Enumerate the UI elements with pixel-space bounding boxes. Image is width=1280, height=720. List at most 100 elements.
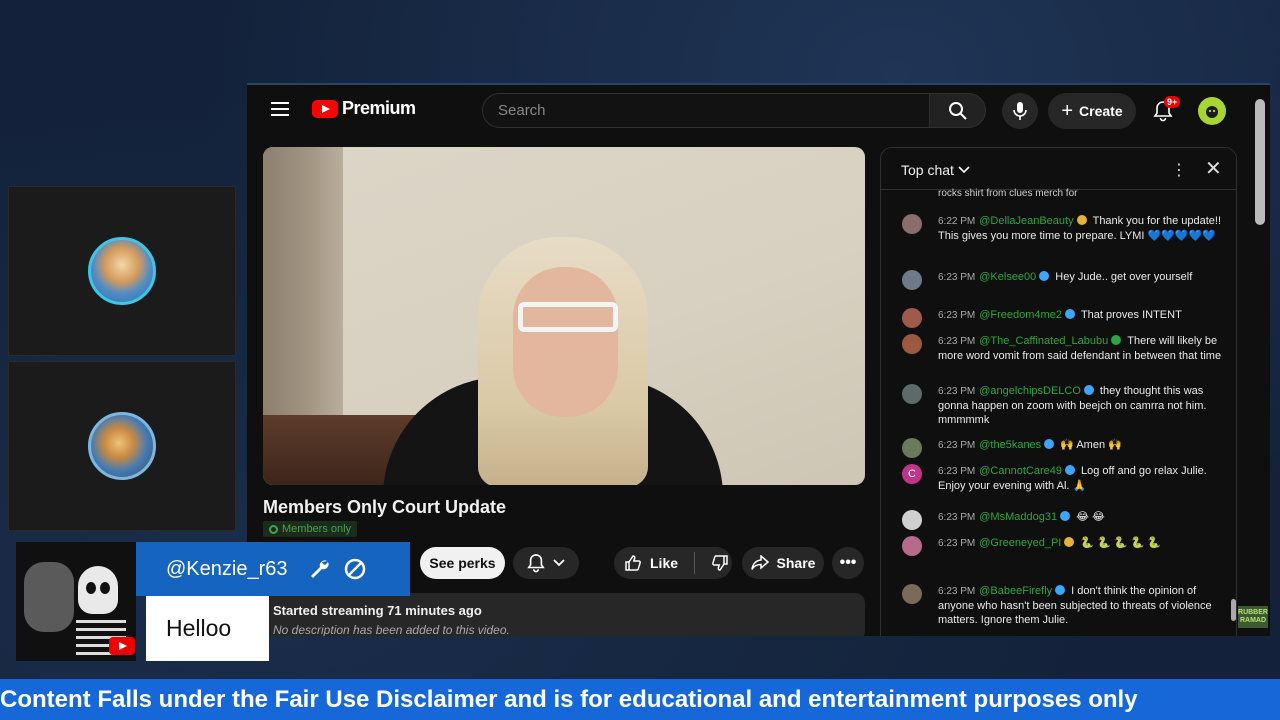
page-scrollbar[interactable] <box>1255 99 1265 225</box>
notifications-button[interactable]: 9+ <box>1150 96 1181 124</box>
chat-message[interactable]: 6:23 PM @the5kanes 🙌 Amen 🙌 <box>902 438 1222 458</box>
guest-avatar-2 <box>88 412 156 480</box>
chat-message[interactable]: 6:23 PM @angelchipsDELCO they thought this… <box>902 384 1222 427</box>
chat-author-name[interactable]: @Freedom4me2 <box>979 309 1062 321</box>
chat-scrollbar[interactable] <box>1231 194 1236 634</box>
chat-message-text: Hey Jude.. get over yourself <box>1055 271 1193 283</box>
search-input[interactable]: Search <box>482 93 930 128</box>
chat-author-name[interactable]: @Greeneyed_PI <box>979 537 1061 549</box>
video-person-glasses <box>518 302 618 332</box>
notification-count-badge: 9+ <box>1164 96 1181 108</box>
share-button[interactable]: Share <box>742 547 824 579</box>
member-badge-icon <box>1039 271 1050 281</box>
chat-author-avatar[interactable] <box>902 308 922 328</box>
more-actions-button[interactable]: ••• <box>832 547 864 579</box>
share-label: Share <box>776 555 816 571</box>
chat-message-body: 6:23 PM @The_Caffinated_Labubu There will … <box>938 334 1222 363</box>
chat-message[interactable]: 6:23 PM @BabeeFirefly I don't think the op… <box>902 584 1222 627</box>
chat-message[interactable]: 6:23 PM @Kelsee00 Hey Jude.. get over your… <box>902 270 1222 290</box>
ticker-text: Content Falls under the Fair Use Disclai… <box>0 685 1138 713</box>
search-button[interactable] <box>930 93 986 128</box>
chat-author-avatar[interactable] <box>902 536 922 556</box>
chat-message[interactable]: 6:23 PM @Freedom4me2 That proves INTENT <box>902 308 1222 328</box>
chat-author-avatar[interactable]: C <box>902 464 922 484</box>
video-player[interactable] <box>263 147 865 485</box>
avatar-face-icon <box>1206 106 1218 118</box>
chat-message[interactable]: 6:23 PM @Greeneyed_PI 🐍 🐍 🐍 🐍 🐍 <box>902 536 1222 556</box>
chat-author-name[interactable]: @The_Caffinated_Labubu <box>979 335 1108 347</box>
chat-mode-selector[interactable]: Top chat <box>901 162 970 178</box>
members-only-badge: Members only <box>263 521 358 537</box>
member-badge-icon <box>1055 585 1066 595</box>
user-avatar[interactable] <box>1198 97 1226 125</box>
chat-highlight-message: Helloo <box>146 596 269 661</box>
chat-timestamp: 6:23 PM <box>938 466 976 477</box>
member-badge-icon <box>1111 335 1122 345</box>
member-badge-icon <box>1044 439 1055 449</box>
block-icon <box>345 558 366 580</box>
members-icon <box>269 524 278 534</box>
chat-author-avatar[interactable] <box>902 584 922 604</box>
chat-message[interactable]: 6:22 PM @DellaJeanBeauty Thank you for the… <box>902 214 1222 243</box>
chat-scrollbar-thumb[interactable] <box>1231 599 1236 621</box>
chat-message-body: 6:23 PM @BabeeFirefly I don't think the op… <box>938 584 1222 627</box>
member-badge-icon <box>1064 309 1075 319</box>
chat-timestamp: 6:23 PM <box>938 310 976 321</box>
like-divider <box>694 552 696 574</box>
chat-timestamp: 6:23 PM <box>938 512 976 523</box>
chat-header: Top chat ⋮ ✕ <box>881 148 1236 190</box>
chat-message-body: 6:23 PM @MsMaddog31 😂 😂 <box>938 510 1222 525</box>
chat-author-avatar[interactable] <box>902 270 922 290</box>
youtube-header: Premium Search + Create 9+ <box>247 85 1270 137</box>
chat-author-avatar[interactable] <box>902 384 922 404</box>
chat-message-body: 6:23 PM @Kelsee00 Hey Jude.. get over your… <box>938 270 1222 285</box>
chat-options-icon[interactable]: ⋮ <box>1171 160 1187 180</box>
voice-search-button[interactable] <box>1002 93 1038 129</box>
guest-avatar-1 <box>88 237 156 305</box>
chat-message-text: 🙌 Amen 🙌 <box>1060 439 1122 451</box>
chat-message[interactable]: 6:23 PM @MsMaddog31 😂 😂 <box>902 510 1222 530</box>
chat-author-avatar[interactable] <box>902 510 922 530</box>
see-perks-button[interactable]: See perks <box>420 547 505 579</box>
subscription-notification-button[interactable] <box>513 547 579 579</box>
search-placeholder: Search <box>498 102 546 119</box>
thumbs-down-icon[interactable] <box>711 554 729 572</box>
chat-message-text: That proves INTENT <box>1080 309 1182 321</box>
chat-timestamp: 6:23 PM <box>938 336 976 347</box>
chat-message[interactable]: 6:23 PM @The_Caffinated_Labubu There will … <box>902 334 1222 363</box>
bell-outline-icon <box>527 554 545 573</box>
like-label[interactable]: Like <box>650 555 678 571</box>
chat-message-list[interactable]: 6:22 PM @DellaJeanBeauty Thank you for the… <box>881 148 1236 636</box>
chat-author-name[interactable]: @the5kanes <box>979 439 1041 451</box>
chat-message[interactable]: C 6:23 PM @CannotCare49 Log off and go rela… <box>902 464 1222 493</box>
chevron-down-icon <box>553 559 565 567</box>
chat-timestamp: 6:23 PM <box>938 272 976 283</box>
chat-message-body: 6:23 PM @angelchipsDELCO they thought this… <box>938 384 1222 427</box>
chat-author-name[interactable]: @angelchipsDELCO <box>979 385 1081 397</box>
chat-author-name[interactable]: @Kelsee00 <box>979 271 1036 283</box>
chat-message-body: 6:23 PM @the5kanes 🙌 Amen 🙌 <box>938 438 1222 453</box>
share-arrow-icon <box>750 555 769 570</box>
chat-author-avatar[interactable] <box>902 334 922 354</box>
thumbs-up-icon[interactable] <box>624 554 642 572</box>
chat-author-name[interactable]: @CannotCare49 <box>979 465 1062 477</box>
streamer-overlay-art <box>16 542 136 661</box>
chat-highlight-name-bar: @Kenzie_r63 <box>136 542 410 596</box>
chat-author-avatar[interactable] <box>902 438 922 458</box>
menu-icon[interactable] <box>271 102 289 116</box>
chat-author-name[interactable]: @DellaJeanBeauty <box>979 215 1073 227</box>
video-description[interactable]: Started streaming 71 minutes ago No desc… <box>263 593 865 636</box>
create-button[interactable]: + Create <box>1048 93 1136 129</box>
chat-author-name[interactable]: @BabeeFirefly <box>979 585 1052 597</box>
close-icon[interactable]: ✕ <box>1205 156 1222 181</box>
create-label: Create <box>1079 103 1123 119</box>
chat-cut-off-message: rocks shirt from clues merch for <box>938 188 1078 199</box>
chat-author-avatar[interactable] <box>902 214 922 234</box>
chat-message-body: 6:23 PM @Greeneyed_PI 🐍 🐍 🐍 🐍 🐍 <box>938 536 1222 551</box>
member-badge-icon <box>1060 511 1071 521</box>
youtube-premium-logo[interactable]: Premium <box>312 98 416 119</box>
chat-mode-label: Top chat <box>901 162 954 178</box>
chat-author-name[interactable]: @MsMaddog31 <box>979 511 1057 523</box>
cat-figure <box>24 562 74 632</box>
search-icon <box>948 101 967 120</box>
